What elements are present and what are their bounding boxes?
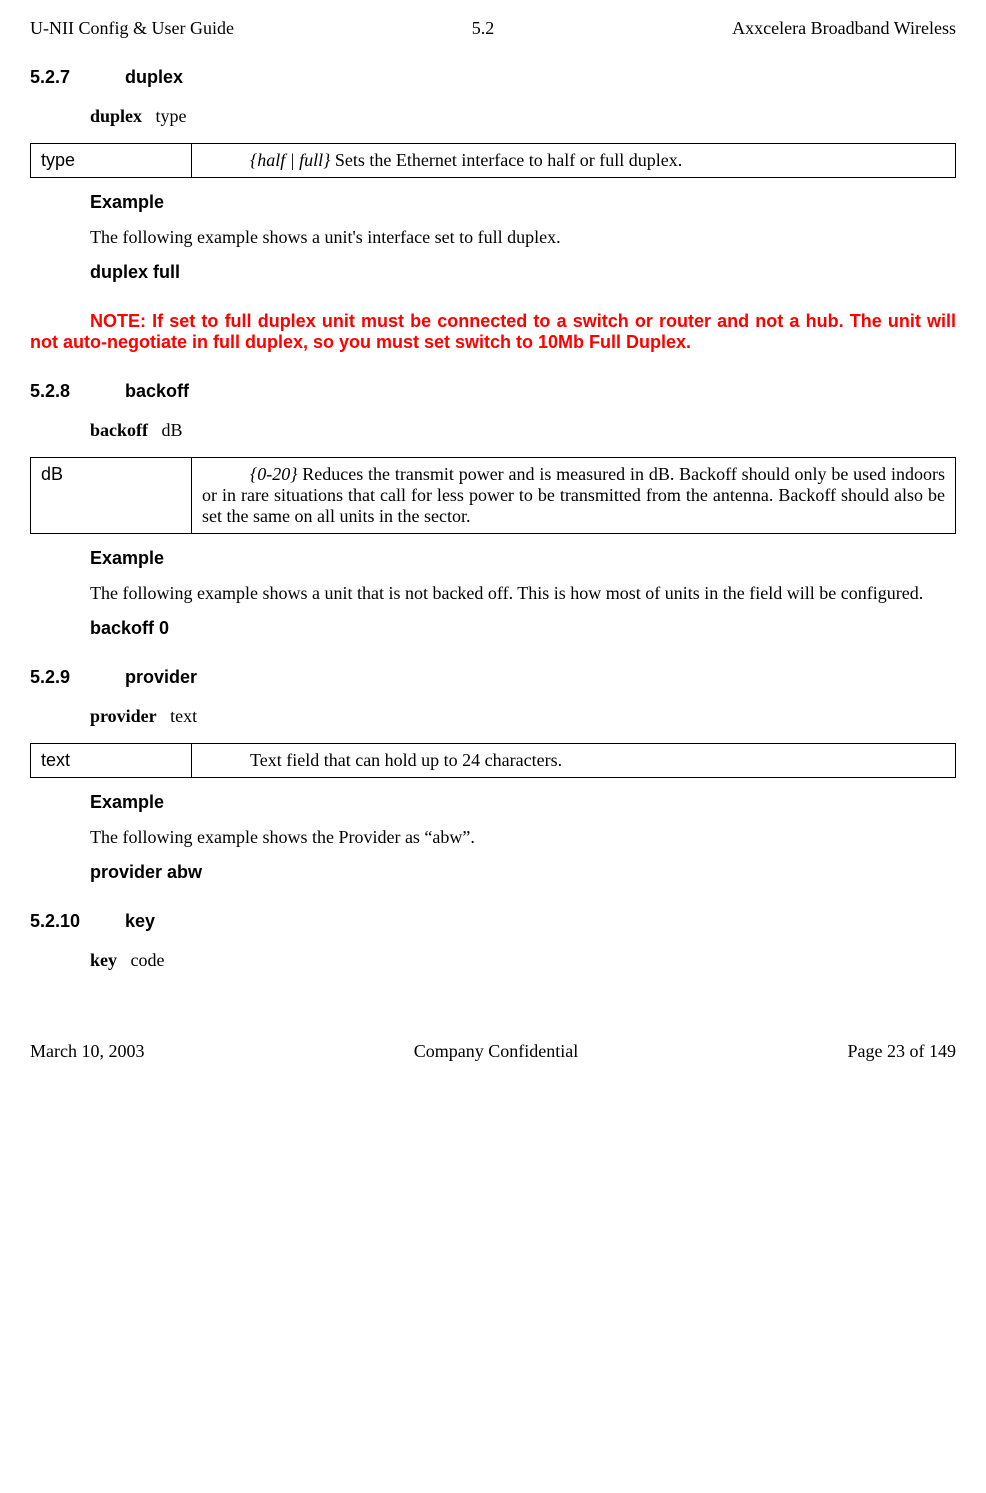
section-number: 5.2.8 <box>30 381 120 402</box>
syntax-arg: code <box>131 950 165 970</box>
param-desc-cell: {0-20} Reduces the transmit power and is… <box>192 458 956 534</box>
example-label: Example <box>90 548 956 569</box>
note-text: NOTE: If set to full duplex unit must be… <box>30 311 956 353</box>
page-footer: March 10, 2003 Company Confidential Page… <box>30 1041 956 1062</box>
section-5-2-8-heading: 5.2.8 backoff <box>30 381 956 402</box>
example-text: The following example shows a unit that … <box>30 583 956 604</box>
syntax-arg: text <box>170 706 197 726</box>
footer-center: Company Confidential <box>414 1041 578 1062</box>
syntax-backoff: backoff dB <box>90 420 956 441</box>
syntax-arg: dB <box>162 420 183 440</box>
header-left: U-NII Config & User Guide <box>30 18 234 39</box>
param-desc-cell: {half | full} Sets the Ethernet interfac… <box>192 144 956 178</box>
section-title: provider <box>125 667 197 687</box>
example-text: The following example shows a unit's int… <box>30 227 956 248</box>
syntax-key: key code <box>90 950 956 971</box>
example-text: The following example shows the Provider… <box>30 827 956 848</box>
table-row: text Text field that can hold up to 24 c… <box>31 744 956 778</box>
param-range: {0-20} <box>250 464 297 484</box>
section-5-2-10-heading: 5.2.10 key <box>30 911 956 932</box>
header-center: 5.2 <box>472 18 495 39</box>
param-table-duplex: type {half | full} Sets the Ethernet int… <box>30 143 956 178</box>
param-key: text <box>31 744 192 778</box>
example-label: Example <box>90 192 956 213</box>
param-range: {half | full} <box>250 150 330 170</box>
section-title: backoff <box>125 381 189 401</box>
param-key: type <box>31 144 192 178</box>
example-command: duplex full <box>90 262 956 283</box>
page-header: U-NII Config & User Guide 5.2 Axxcelera … <box>30 18 956 39</box>
section-5-2-7-heading: 5.2.7 duplex <box>30 67 956 88</box>
param-desc: Text field that can hold up to 24 charac… <box>250 750 562 770</box>
syntax-duplex: duplex type <box>90 106 956 127</box>
syntax-provider: provider text <box>90 706 956 727</box>
example-command: provider abw <box>90 862 956 883</box>
header-right: Axxcelera Broadband Wireless <box>732 18 956 39</box>
section-number: 5.2.7 <box>30 67 120 88</box>
syntax-cmd: provider <box>90 706 157 726</box>
param-table-backoff: dB {0-20} Reduces the transmit power and… <box>30 457 956 534</box>
param-key: dB <box>31 458 192 534</box>
syntax-cmd: backoff <box>90 420 148 440</box>
table-row: type {half | full} Sets the Ethernet int… <box>31 144 956 178</box>
section-5-2-9-heading: 5.2.9 provider <box>30 667 956 688</box>
syntax-arg: type <box>156 106 187 126</box>
footer-right: Page 23 of 149 <box>848 1041 956 1062</box>
param-table-provider: text Text field that can hold up to 24 c… <box>30 743 956 778</box>
syntax-cmd: key <box>90 950 117 970</box>
section-number: 5.2.9 <box>30 667 120 688</box>
example-command: backoff 0 <box>90 618 956 639</box>
param-desc-cell: Text field that can hold up to 24 charac… <box>192 744 956 778</box>
section-title: key <box>125 911 155 931</box>
syntax-cmd: duplex <box>90 106 142 126</box>
table-row: dB {0-20} Reduces the transmit power and… <box>31 458 956 534</box>
section-number: 5.2.10 <box>30 911 120 932</box>
example-label: Example <box>90 792 956 813</box>
param-desc: Reduces the transmit power and is measur… <box>202 464 945 526</box>
section-title: duplex <box>125 67 183 87</box>
footer-left: March 10, 2003 <box>30 1041 144 1062</box>
param-desc: Sets the Ethernet interface to half or f… <box>330 150 682 170</box>
